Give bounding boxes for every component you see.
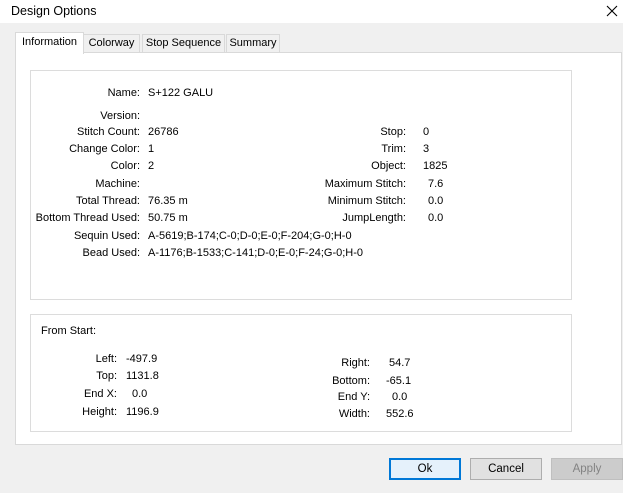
max-stitch-label: Maximum Stitch: (324, 178, 406, 190)
width-label: Width: (338, 408, 370, 420)
cancel-button[interactable]: Cancel (470, 458, 542, 480)
tab-information[interactable]: Information (15, 32, 84, 54)
stop-label: Stop: (380, 126, 406, 138)
window-title: Design Options (11, 4, 97, 18)
right-label: Right: (341, 357, 370, 369)
left-label: Left: (95, 353, 117, 365)
tab-summary[interactable]: Summary (226, 34, 280, 52)
sequin-value: A-5619;B-174;C-0;D-0;E-0;F-204;G-0;H-0 (148, 230, 352, 242)
total-thread-label: Total Thread: (75, 195, 140, 207)
color-label: Color: (110, 160, 140, 172)
end-y-value: 0.0 (392, 391, 408, 403)
bead-value: A-1176;B-1533;C-141;D-0;E-0;F-24;G-0;H-0 (148, 247, 363, 259)
bead-label: Bead Used: (82, 247, 140, 259)
name-value: S+122 GALU (148, 87, 214, 99)
object-label: Object: (371, 160, 406, 172)
max-stitch-value: 7.6 (428, 178, 444, 190)
bottom-thread-label: Bottom Thread Used: (35, 212, 140, 224)
trim-label: Trim: (381, 143, 406, 155)
change-color-value: 1 (148, 143, 155, 155)
from-start-group: From Start: Left: -497.9 Top: 1131.8 End… (30, 314, 572, 432)
top-label: Top: (96, 370, 117, 382)
apply-button[interactable]: Apply (551, 458, 623, 480)
jump-length-label: JumpLength: (342, 212, 406, 224)
sequin-label: Sequin Used: (73, 230, 140, 242)
bottom-value: -65.1 (386, 375, 412, 387)
height-value: 1196.9 (126, 406, 159, 418)
width-value: 552.6 (386, 408, 414, 420)
stitch-count-value: 26786 (148, 126, 179, 138)
jump-length-value: 0.0 (428, 212, 444, 224)
bottom-thread-value: 50.75 m (148, 212, 188, 224)
version-label: Version: (100, 110, 140, 122)
trim-value: 3 (423, 143, 430, 155)
name-label: Name: (107, 87, 140, 99)
title-bar: Design Options (0, 0, 623, 23)
ok-button[interactable]: Ok (389, 458, 461, 480)
left-value: -497.9 (126, 353, 158, 365)
top-value: 1131.8 (126, 370, 159, 382)
close-icon[interactable] (604, 3, 620, 19)
height-label: Height: (82, 406, 117, 418)
end-y-label: End Y: (337, 391, 370, 403)
bottom-label: Bottom: (332, 375, 370, 387)
color-value: 2 (148, 160, 155, 172)
design-info-group: Name: S+122 GALU Version: Stitch Count: … (30, 70, 572, 300)
end-x-value: 0.0 (132, 388, 148, 400)
tab-panel-information: Name: S+122 GALU Version: Stitch Count: … (15, 52, 622, 445)
stitch-count-label: Stitch Count: (77, 126, 140, 138)
stop-value: 0 (423, 126, 430, 138)
tab-colorway[interactable]: Colorway (83, 34, 140, 52)
min-stitch-label: Minimum Stitch: (327, 195, 406, 207)
change-color-label: Change Color: (69, 143, 140, 155)
total-thread-value: 76.35 m (148, 195, 188, 207)
machine-label: Machine: (95, 178, 140, 190)
right-value: 54.7 (389, 357, 411, 369)
tab-stop-sequence[interactable]: Stop Sequence (142, 34, 225, 52)
min-stitch-value: 0.0 (428, 195, 444, 207)
object-value: 1825 (423, 160, 448, 172)
end-x-label: End X: (83, 388, 117, 400)
from-start-heading: From Start: (41, 325, 97, 337)
